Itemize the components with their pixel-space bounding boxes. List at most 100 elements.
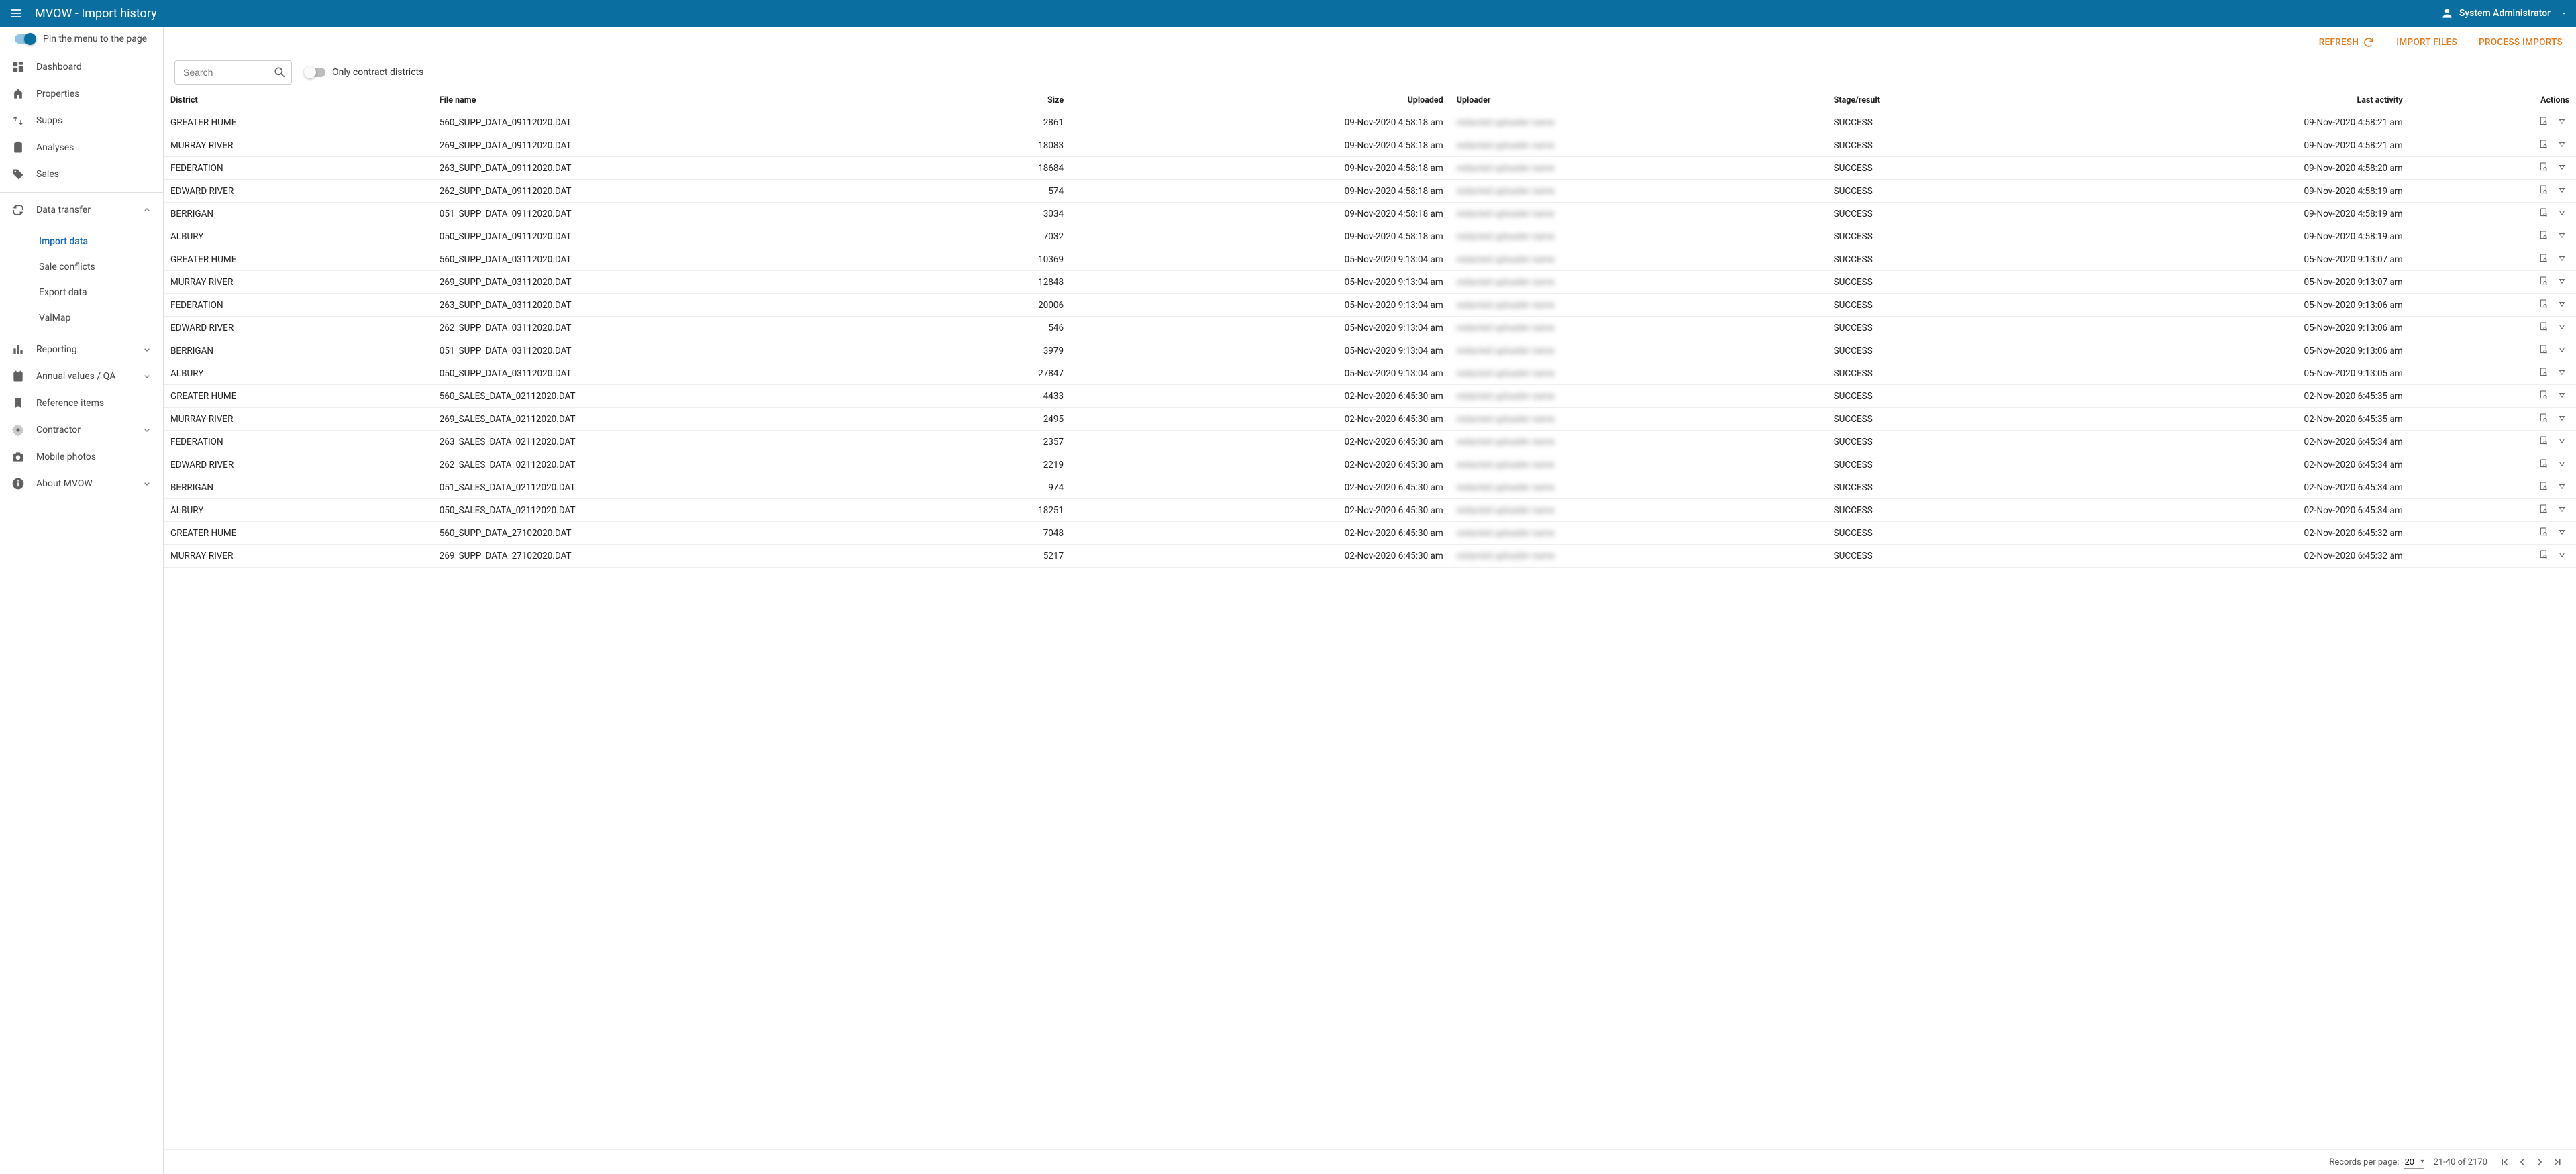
cell-uploader: redacted uploader name <box>1450 180 1827 203</box>
sidebar-item-label: Supps <box>36 115 152 126</box>
table-row[interactable]: EDWARD RIVER 262_SUPP_DATA_09112020.DAT … <box>164 180 2576 203</box>
view-details-icon[interactable] <box>2538 115 2550 127</box>
view-details-icon[interactable] <box>2538 252 2550 264</box>
sidebar-item-properties[interactable]: Properties <box>0 81 163 107</box>
view-details-icon[interactable] <box>2538 138 2550 150</box>
view-details-icon[interactable] <box>2538 412 2550 424</box>
expand-row-icon[interactable] <box>2556 344 2568 356</box>
expand-row-icon[interactable] <box>2556 413 2568 425</box>
expand-row-icon[interactable] <box>2556 549 2568 562</box>
sidebar-item-mobile-photos[interactable]: Mobile photos <box>0 443 163 470</box>
col-last[interactable]: Last activity <box>2030 90 2410 111</box>
table-row[interactable]: EDWARD RIVER 262_SALES_DATA_02112020.DAT… <box>164 453 2576 476</box>
cell-last: 05-Nov-2020 9:13:06 am <box>2030 317 2410 339</box>
expand-row-icon[interactable] <box>2556 230 2568 242</box>
table-row[interactable]: MURRAY RIVER 269_SUPP_DATA_27102020.DAT … <box>164 545 2576 568</box>
view-details-icon[interactable] <box>2538 207 2550 219</box>
view-details-icon[interactable] <box>2538 458 2550 470</box>
expand-row-icon[interactable] <box>2556 504 2568 516</box>
view-details-icon[interactable] <box>2538 161 2550 173</box>
expand-row-icon[interactable] <box>2556 367 2568 379</box>
sidebar-item-contractor[interactable]: Contractor <box>0 417 163 443</box>
col-uploaded[interactable]: Uploaded <box>1070 90 1450 111</box>
col-district[interactable]: District <box>164 90 433 111</box>
table-row[interactable]: MURRAY RIVER 269_SUPP_DATA_09112020.DAT … <box>164 134 2576 157</box>
table-row[interactable]: ALBURY 050_SUPP_DATA_09112020.DAT 7032 0… <box>164 225 2576 248</box>
sidebar-subitem-sale-conflicts[interactable]: Sale conflicts <box>0 254 163 280</box>
view-details-icon[interactable] <box>2538 343 2550 356</box>
sidebar-subitem-valmap[interactable]: ValMap <box>0 305 163 331</box>
refresh-button[interactable]: REFRESH <box>2316 32 2378 52</box>
sidebar-item-supps[interactable]: Supps <box>0 107 163 134</box>
view-details-icon[interactable] <box>2538 229 2550 242</box>
menu-button[interactable] <box>8 5 24 21</box>
expand-row-icon[interactable] <box>2556 207 2568 219</box>
expand-row-icon[interactable] <box>2556 116 2568 128</box>
col-file[interactable]: File name <box>433 90 939 111</box>
table-row[interactable]: BERRIGAN 051_SUPP_DATA_03112020.DAT 3979… <box>164 339 2576 362</box>
sidebar-item-analyses[interactable]: Analyses <box>0 134 163 161</box>
table-row[interactable]: ALBURY 050_SUPP_DATA_03112020.DAT 27847 … <box>164 362 2576 385</box>
view-details-icon[interactable] <box>2538 549 2550 561</box>
table-row[interactable]: GREATER HUME 560_SUPP_DATA_03112020.DAT … <box>164 248 2576 271</box>
table-row[interactable]: BERRIGAN 051_SUPP_DATA_09112020.DAT 3034… <box>164 203 2576 225</box>
expand-row-icon[interactable] <box>2556 139 2568 151</box>
expand-row-icon[interactable] <box>2556 435 2568 447</box>
prev-page-button[interactable] <box>2514 1154 2530 1170</box>
sidebar-item-sales[interactable]: Sales <box>0 161 163 188</box>
expand-row-icon[interactable] <box>2556 527 2568 539</box>
sidebar-item-reporting[interactable]: Reporting <box>0 336 163 363</box>
expand-row-icon[interactable] <box>2556 299 2568 311</box>
expand-row-icon[interactable] <box>2556 184 2568 197</box>
view-details-icon[interactable] <box>2538 480 2550 492</box>
table-row[interactable]: GREATER HUME 560_SALES_DATA_02112020.DAT… <box>164 385 2576 408</box>
col-stage[interactable]: Stage/result <box>1827 90 2030 111</box>
sidebar-item-annual-values-qa[interactable]: Annual values / QA <box>0 363 163 390</box>
table-row[interactable]: ALBURY 050_SALES_DATA_02112020.DAT 18251… <box>164 499 2576 522</box>
sidebar-item-reference-items[interactable]: Reference items <box>0 390 163 417</box>
table-row[interactable]: MURRAY RIVER 269_SUPP_DATA_03112020.DAT … <box>164 271 2576 294</box>
col-size[interactable]: Size <box>939 90 1070 111</box>
sidebar-item-dashboard[interactable]: Dashboard <box>0 54 163 81</box>
col-uploader[interactable]: Uploader <box>1450 90 1827 111</box>
view-details-icon[interactable] <box>2538 435 2550 447</box>
import-files-button[interactable]: IMPORT FILES <box>2393 33 2460 52</box>
table-row[interactable]: FEDERATION 263_SALES_DATA_02112020.DAT 2… <box>164 431 2576 453</box>
user-menu[interactable]: System Administrator <box>2440 7 2568 20</box>
view-details-icon[interactable] <box>2538 298 2550 310</box>
expand-row-icon[interactable] <box>2556 253 2568 265</box>
sidebar-subitem-export-data[interactable]: Export data <box>0 280 163 305</box>
sidebar-item-data-transfer[interactable]: Data transfer <box>0 197 163 223</box>
sidebar-item-about-mvow[interactable]: About MVOW <box>0 470 163 497</box>
per-page-select[interactable]: 20 <box>2404 1155 2424 1168</box>
expand-row-icon[interactable] <box>2556 458 2568 470</box>
last-page-button[interactable] <box>2549 1154 2565 1170</box>
cell-size: 20006 <box>939 294 1070 317</box>
search-icon[interactable] <box>272 64 288 81</box>
table-row[interactable]: GREATER HUME 560_SUPP_DATA_09112020.DAT … <box>164 111 2576 134</box>
next-page-button[interactable] <box>2532 1154 2548 1170</box>
only-contract-toggle[interactable] <box>305 68 325 77</box>
view-details-icon[interactable] <box>2538 526 2550 538</box>
table-row[interactable]: FEDERATION 263_SUPP_DATA_03112020.DAT 20… <box>164 294 2576 317</box>
pin-toggle[interactable] <box>15 34 35 44</box>
view-details-icon[interactable] <box>2538 184 2550 196</box>
table-row[interactable]: BERRIGAN 051_SALES_DATA_02112020.DAT 974… <box>164 476 2576 499</box>
expand-row-icon[interactable] <box>2556 276 2568 288</box>
view-details-icon[interactable] <box>2538 275 2550 287</box>
table-row[interactable]: MURRAY RIVER 269_SALES_DATA_02112020.DAT… <box>164 408 2576 431</box>
expand-row-icon[interactable] <box>2556 321 2568 333</box>
first-page-button[interactable] <box>2497 1154 2513 1170</box>
table-row[interactable]: FEDERATION 263_SUPP_DATA_09112020.DAT 18… <box>164 157 2576 180</box>
view-details-icon[interactable] <box>2538 389 2550 401</box>
view-details-icon[interactable] <box>2538 366 2550 378</box>
expand-row-icon[interactable] <box>2556 162 2568 174</box>
expand-row-icon[interactable] <box>2556 481 2568 493</box>
sidebar-subitem-import-data[interactable]: Import data <box>0 229 163 254</box>
expand-row-icon[interactable] <box>2556 390 2568 402</box>
table-row[interactable]: GREATER HUME 560_SUPP_DATA_27102020.DAT … <box>164 522 2576 545</box>
table-row[interactable]: EDWARD RIVER 262_SUPP_DATA_03112020.DAT … <box>164 317 2576 339</box>
view-details-icon[interactable] <box>2538 321 2550 333</box>
process-imports-button[interactable]: PROCESS IMPORTS <box>2476 33 2565 52</box>
view-details-icon[interactable] <box>2538 503 2550 515</box>
